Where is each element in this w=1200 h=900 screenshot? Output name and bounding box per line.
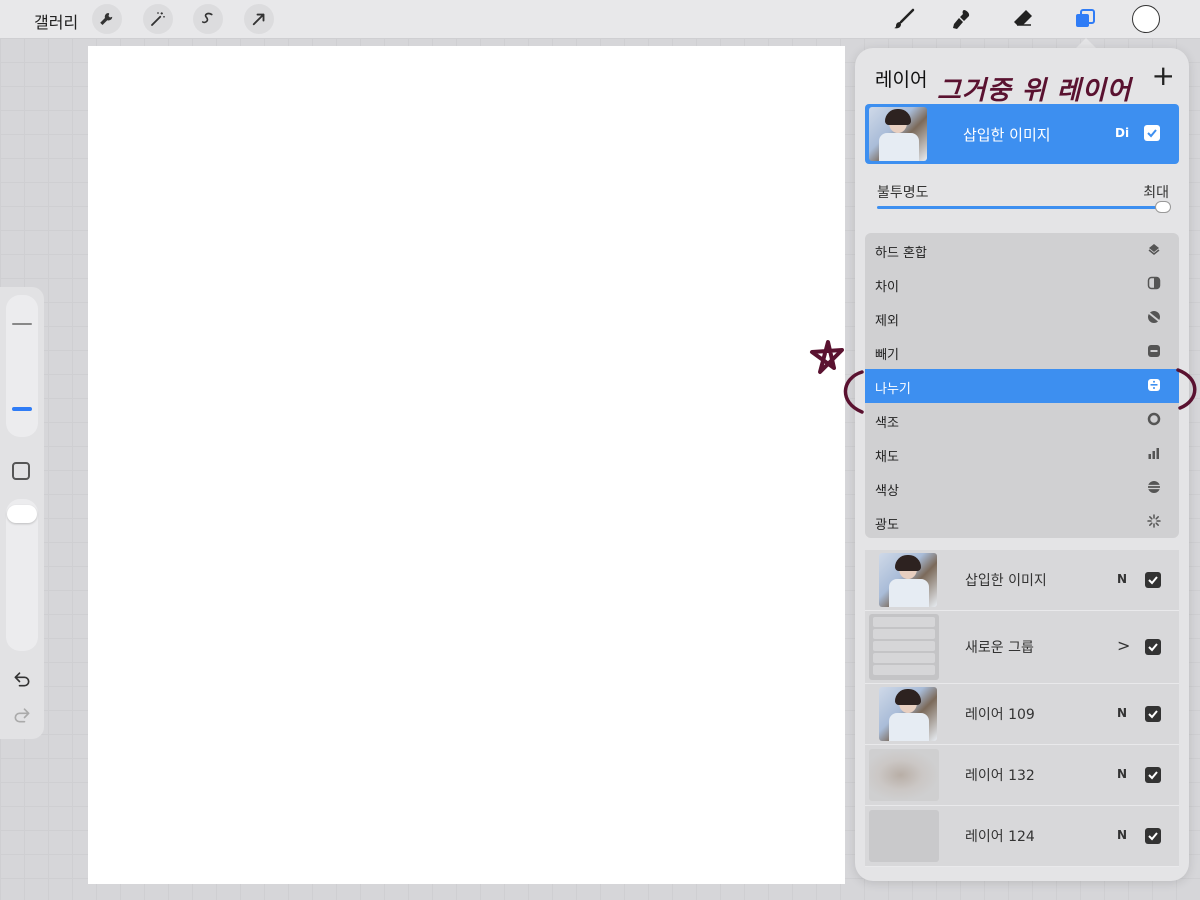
layer-name: 새로운 그룹	[965, 640, 1034, 656]
divide-icon	[1148, 379, 1160, 391]
blend-mode-label: 광도	[875, 518, 899, 533]
opacity-slider-thumb[interactable]	[1155, 201, 1171, 213]
blend-mode-2[interactable]: 차이	[865, 267, 1179, 301]
modify-button[interactable]	[12, 462, 30, 480]
layer-row[interactable]: 새로운 그룹 >	[865, 611, 1179, 684]
visibility-checkbox[interactable]	[1145, 706, 1161, 722]
panel-pointer	[1076, 38, 1096, 48]
visibility-checkbox[interactable]	[1144, 125, 1160, 141]
brush-opacity-slider[interactable]	[6, 499, 38, 651]
eraser-icon[interactable]	[1009, 5, 1037, 33]
blend-mode-1[interactable]: 하드 혼합	[865, 233, 1179, 267]
layer-blend-mode[interactable]: N	[1117, 706, 1127, 720]
brush-size-knob[interactable]	[12, 407, 32, 411]
layer-name: 레이어 124	[965, 829, 1035, 845]
brush-icon[interactable]	[890, 5, 918, 33]
wrench-icon[interactable]	[92, 4, 122, 34]
opacity-value: 최대	[1143, 185, 1169, 201]
brush-size-slider[interactable]	[6, 295, 38, 437]
layers-panel: 레이어 그거중 위 레이어 + 삽입한 이미지 Di 불투명도 최대 하드 혼합…	[855, 48, 1189, 881]
handwritten-note: 그거중 위 레이어	[937, 76, 1132, 106]
active-layer-row[interactable]: 삽입한 이미지 Di	[865, 104, 1179, 164]
blend-mode-label: 색조	[875, 416, 899, 431]
blend-mode-4[interactable]: 빼기	[865, 335, 1179, 369]
magic-wand-icon[interactable]	[143, 4, 173, 34]
color-picker-swatch[interactable]	[1132, 5, 1160, 33]
blend-mode-3[interactable]: 제외	[865, 301, 1179, 335]
blend-mode-5[interactable]: 나누기	[865, 369, 1179, 403]
visibility-checkbox[interactable]	[1145, 572, 1161, 588]
subtract-icon	[1148, 345, 1160, 357]
group-expand-chevron[interactable]: >	[1117, 636, 1130, 655]
layer-thumbnail	[869, 107, 927, 161]
layer-thumbnail	[879, 553, 937, 607]
layer-row[interactable]: 레이어 109 N	[865, 684, 1179, 745]
layer-row[interactable]: 레이어 132 N	[865, 745, 1179, 806]
opacity-label: 불투명도	[877, 185, 929, 201]
layer-thumbnail	[869, 810, 939, 862]
layer-row[interactable]: 레이어 124 N	[865, 806, 1179, 867]
luminosity-icon	[1147, 514, 1161, 528]
layer-name: 레이어 132	[965, 768, 1035, 784]
visibility-checkbox[interactable]	[1145, 767, 1161, 783]
layer-blend-mode[interactable]: N	[1117, 767, 1127, 781]
saturation-icon	[1148, 448, 1159, 459]
brush-opacity-knob[interactable]	[7, 505, 37, 523]
left-sidebar	[0, 287, 44, 739]
gallery-button[interactable]: 갤러리	[34, 9, 78, 33]
layer-blend-mode[interactable]: Di	[1115, 126, 1129, 140]
layers-icon[interactable]	[1071, 5, 1099, 33]
top-toolbar: 갤러리	[0, 0, 1200, 38]
hue-icon	[1147, 412, 1161, 426]
visibility-checkbox[interactable]	[1145, 639, 1161, 655]
drawing-canvas[interactable]	[88, 46, 845, 884]
panel-title: 레이어	[875, 69, 928, 91]
layer-thumbnail	[869, 749, 939, 801]
layer-name: 레이어 109	[965, 707, 1035, 723]
layer-name: 삽입한 이미지	[965, 573, 1047, 589]
color-icon	[1148, 481, 1160, 493]
undo-icon[interactable]	[11, 669, 33, 689]
blend-mode-7[interactable]: 채도	[865, 437, 1179, 471]
blend-mode-label: 빼기	[875, 348, 899, 363]
transform-arrow-icon[interactable]	[244, 4, 274, 34]
blend-mode-label: 제외	[875, 314, 899, 329]
selection-icon[interactable]	[193, 4, 223, 34]
blend-mode-8[interactable]: 색상	[865, 471, 1179, 505]
blend-mode-label: 하드 혼합	[875, 246, 927, 261]
exclusion-icon	[1148, 311, 1160, 323]
blend-mode-label: 색상	[875, 484, 899, 499]
layer-thumbnail	[869, 614, 939, 680]
blend-mode-list: 하드 혼합차이제외빼기나누기색조채도색상광도	[865, 233, 1179, 538]
redo-icon[interactable]	[11, 705, 33, 725]
blend-mode-label: 나누기	[875, 382, 911, 397]
layer-row[interactable]: 삽입한 이미지 N	[865, 550, 1179, 611]
blend-mode-6[interactable]: 색조	[865, 403, 1179, 437]
layer-blend-mode[interactable]: N	[1117, 828, 1127, 842]
layer-name: 삽입한 이미지	[963, 126, 1051, 144]
difference-icon	[1147, 276, 1161, 290]
add-layer-button[interactable]: +	[1152, 62, 1175, 90]
smudge-icon[interactable]	[948, 5, 976, 33]
visibility-checkbox[interactable]	[1145, 828, 1161, 844]
opacity-slider[interactable]	[877, 206, 1167, 209]
layer-blend-mode[interactable]: N	[1117, 572, 1127, 586]
blend-mode-label: 채도	[875, 450, 899, 465]
slider-tick	[12, 323, 32, 325]
blend-mode-9[interactable]: 광도	[865, 505, 1179, 538]
layer-thumbnail	[879, 687, 937, 741]
blend-mode-label: 차이	[875, 280, 899, 295]
hard-mix-icon	[1148, 244, 1160, 255]
